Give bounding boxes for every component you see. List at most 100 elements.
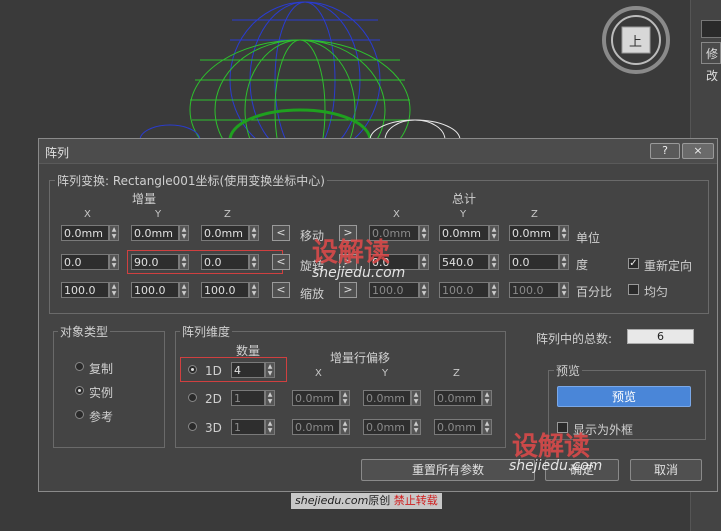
scale-label: 缩放	[300, 287, 325, 301]
offset-x-header: X	[315, 368, 322, 379]
radio-reference-label: 参考	[89, 410, 114, 424]
radio-2d-label: 2D	[205, 392, 222, 406]
spinner-arrows-icon[interactable]: ▲ ▼	[249, 282, 259, 298]
scale-right-button[interactable]: >	[339, 282, 357, 298]
cancel-button[interactable]: 取消	[630, 459, 702, 481]
incr-move-x[interactable]: 0.0mm ▲ ▼	[61, 225, 119, 241]
scale-left-button[interactable]: <	[272, 282, 290, 298]
spinner-arrows-icon[interactable]: ▲ ▼	[411, 390, 421, 406]
spinner-arrows-icon[interactable]: ▲ ▼	[482, 419, 492, 435]
radio-copy-label: 复制	[89, 362, 114, 376]
offset-2d-z[interactable]: 0.0mm ▲ ▼	[434, 390, 492, 406]
radio-1d-label: 1D	[205, 364, 222, 378]
spinner-arrows-icon[interactable]: ▲ ▼	[411, 419, 421, 435]
incr-scale-z[interactable]: 100.0 ▲ ▼	[201, 282, 259, 298]
offset-2d-y[interactable]: 0.0mm ▲ ▼	[363, 390, 421, 406]
watermark-brand: 设解读	[312, 238, 391, 268]
spinner-arrows-icon[interactable]: ▲ ▼	[559, 225, 569, 241]
count-2d[interactable]: 1 ▲ ▼	[231, 390, 275, 406]
total-z-header: Z	[531, 209, 538, 220]
spinner-arrows-icon[interactable]: ▲ ▼	[489, 225, 499, 241]
spinner-arrows-icon[interactable]: ▲ ▼	[419, 254, 429, 270]
preview-button[interactable]: 预览	[557, 386, 691, 407]
radio-reference[interactable]	[75, 410, 84, 419]
caption-site: shejiedu.com	[295, 494, 369, 507]
total-header: 总计	[452, 192, 477, 206]
total-scale-y[interactable]: 100.0 ▲ ▼	[439, 282, 499, 298]
total-move-y[interactable]: 0.0mm ▲ ▼	[439, 225, 499, 241]
spinner-arrows-icon[interactable]: ▲ ▼	[419, 225, 429, 241]
degree-label: 度	[576, 258, 589, 272]
radio-instance[interactable]	[75, 386, 84, 395]
incr-scale-x[interactable]: 100.0 ▲ ▼	[61, 282, 119, 298]
spinner-arrows-icon[interactable]: ▲ ▼	[419, 282, 429, 298]
spinner-arrows-icon[interactable]: ▲ ▼	[340, 390, 350, 406]
radio-1d[interactable]	[188, 365, 197, 374]
array-dimensions-label: 阵列维度	[180, 323, 233, 340]
dialog-title: 阵列	[45, 146, 70, 160]
move-left-button[interactable]: <	[272, 225, 290, 241]
incr-z-header: Z	[224, 209, 231, 220]
count-3d[interactable]: 1 ▲ ▼	[231, 419, 275, 435]
incr-header: 增量	[132, 192, 157, 206]
spinner-arrows-icon[interactable]: ▲ ▼	[109, 254, 119, 270]
offset-3d-y[interactable]: 0.0mm ▲ ▼	[363, 419, 421, 435]
spinner-arrows-icon[interactable]: ▲ ▼	[249, 225, 259, 241]
spinner-arrows-icon[interactable]: ▲ ▼	[559, 254, 569, 270]
reorient-label: 重新定向	[644, 259, 693, 273]
spinner-arrows-icon[interactable]: ▲ ▼	[179, 282, 189, 298]
unit-label: 单位	[576, 231, 601, 245]
object-type-label: 对象类型	[58, 323, 111, 340]
spinner-arrows-icon[interactable]: ▲ ▼	[489, 254, 499, 270]
offset-3d-z[interactable]: 0.0mm ▲ ▼	[434, 419, 492, 435]
uniform-checkbox[interactable]	[628, 284, 639, 295]
spinner-arrows-icon[interactable]: ▲ ▼	[489, 282, 499, 298]
offset-header: 增量行偏移	[330, 351, 391, 365]
offset-y-header: Y	[382, 368, 389, 379]
total-rotate-y[interactable]: 540.0 ▲ ▼	[439, 254, 499, 270]
reorient-checkbox[interactable]: ✓	[628, 258, 639, 269]
total-scale-z[interactable]: 100.0 ▲ ▼	[509, 282, 569, 298]
spinner-arrows-icon[interactable]: ▲ ▼	[482, 390, 492, 406]
caption-original: 原创	[368, 494, 391, 507]
caption-bar: shejiedu.com原创 禁止转载	[291, 493, 442, 509]
incr-scale-y[interactable]: 100.0 ▲ ▼	[131, 282, 189, 298]
spinner-arrows-icon[interactable]: ▲ ▼	[179, 225, 189, 241]
preview-label: 预览	[554, 362, 583, 379]
rotate-highlight-box	[127, 250, 283, 274]
rotate-left-button[interactable]: <	[272, 254, 290, 270]
radio-3d[interactable]	[188, 422, 197, 431]
total-scale-x[interactable]: 100.0 ▲ ▼	[369, 282, 429, 298]
total-y-header: Y	[460, 209, 467, 220]
uniform-label: 均匀	[644, 285, 669, 299]
percent-label: 百分比	[576, 285, 613, 299]
spinner-arrows-icon[interactable]: ▲ ▼	[265, 362, 275, 378]
total-x-header: X	[393, 209, 400, 220]
count-1d[interactable]: 4 ▲ ▼	[231, 362, 275, 378]
incr-move-z[interactable]: 0.0mm ▲ ▼	[201, 225, 259, 241]
total-rotate-z[interactable]: 0.0 ▲ ▼	[509, 254, 569, 270]
watermark-site-2: shejiedu.com	[509, 458, 603, 474]
total-move-z[interactable]: 0.0mm ▲ ▼	[509, 225, 569, 241]
help-button[interactable]: ?	[650, 143, 680, 159]
spinner-arrows-icon[interactable]: ▲ ▼	[109, 282, 119, 298]
dialog-titlebar[interactable]: 阵列 ? ×	[39, 139, 717, 164]
spinner-arrows-icon[interactable]: ▲ ▼	[265, 419, 275, 435]
radio-3d-label: 3D	[205, 421, 222, 435]
radio-2d[interactable]	[188, 393, 197, 402]
panel-name-field[interactable]	[701, 20, 721, 38]
incr-rotate-x[interactable]: 0.0 ▲ ▼	[61, 254, 119, 270]
spinner-arrows-icon[interactable]: ▲ ▼	[109, 225, 119, 241]
array-transform-label: 阵列变换: Rectangle001坐标(使用变换坐标中心)	[55, 172, 327, 189]
spinner-arrows-icon[interactable]: ▲ ▼	[559, 282, 569, 298]
offset-z-header: Z	[453, 368, 460, 379]
radio-copy[interactable]	[75, 362, 84, 371]
offset-3d-x[interactable]: 0.0mm ▲ ▼	[292, 419, 350, 435]
panel-modify-tab[interactable]: 修改	[701, 42, 721, 83]
offset-2d-x[interactable]: 0.0mm ▲ ▼	[292, 390, 350, 406]
spinner-arrows-icon[interactable]: ▲ ▼	[340, 419, 350, 435]
view-cube-label[interactable]: 上	[629, 31, 642, 50]
spinner-arrows-icon[interactable]: ▲ ▼	[265, 390, 275, 406]
close-button[interactable]: ×	[682, 143, 714, 159]
incr-move-y[interactable]: 0.0mm ▲ ▼	[131, 225, 189, 241]
